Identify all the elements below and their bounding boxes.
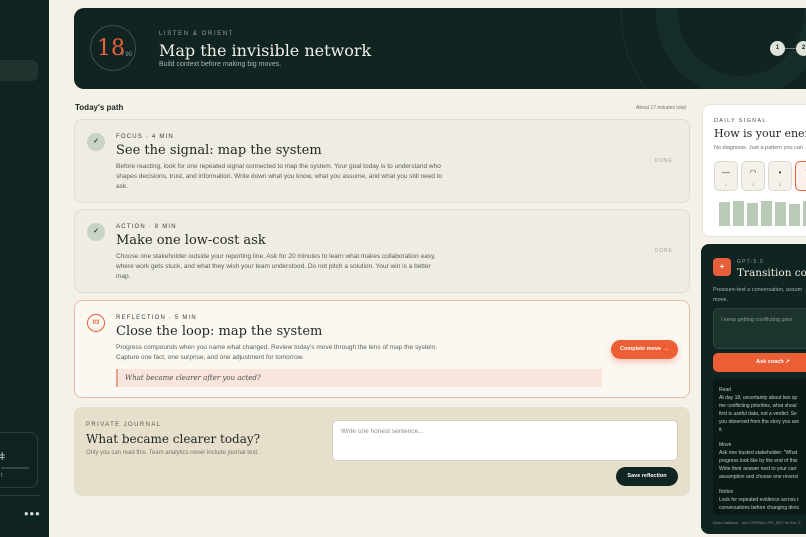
- response-line: assumption and choose one reversi: [719, 474, 798, 480]
- signal-title: How is your energy?: [714, 127, 806, 140]
- response-line: it.: [719, 427, 723, 433]
- ask-coach-button[interactable]: Ask coach ↗: [713, 353, 806, 372]
- coach-title: Transition coach: [737, 267, 806, 279]
- energy-history-bar: [719, 202, 730, 226]
- energy-number: 1: [724, 182, 728, 187]
- task-eyebrow: REFLECTION · 5 MIN: [116, 315, 197, 321]
- response-line: me conflicting priorities, what shoul: [719, 403, 797, 409]
- task-eyebrow: ACTION · 8 MIN: [116, 224, 177, 230]
- energy-option-4[interactable]: ◝ 4: [795, 161, 806, 191]
- sidebar: ǂ t •••: [0, 0, 49, 537]
- energy-glyph: ◝: [796, 168, 806, 177]
- coach-model-label: GPT-5.0: [737, 259, 765, 265]
- journal-input[interactable]: Write one honest sentence...: [332, 420, 678, 461]
- signal-subtitle: No diagnosis. Just a pattern you can: [714, 145, 803, 151]
- energy-number: 2: [751, 182, 755, 187]
- task-body: Before reacting, look for one repeated s…: [116, 163, 443, 190]
- reflection-prompt: What became clearer after you acted?: [116, 369, 602, 387]
- energy-glyph: —: [722, 168, 730, 177]
- arrow-right-icon: →: [663, 346, 670, 352]
- response-line: first is useful data, not a verdict. Se: [719, 411, 797, 417]
- complete-move-button[interactable]: Complete move →: [611, 340, 678, 359]
- response-line: progress look like by the end of this: [719, 458, 798, 464]
- coach-response: Read At day 18, uncertainty about two sp…: [713, 379, 806, 515]
- energy-number: 3: [778, 182, 782, 187]
- day-total: / 90: [122, 52, 133, 58]
- check-icon: ✓: [87, 133, 105, 151]
- task-title: Make one low-cost ask: [116, 233, 266, 248]
- response-line: conversations before changing direc: [719, 505, 800, 511]
- task-status: DONE: [654, 248, 673, 254]
- daily-signal-card: DAILY SIGNAL How is your energy? No diag…: [702, 104, 806, 237]
- energy-number: 4: [796, 182, 806, 187]
- task-title: See the signal: map the system: [116, 143, 322, 158]
- task-number-badge: 03: [87, 314, 105, 332]
- coach-plus-icon: +: [713, 258, 731, 276]
- header-subtitle: Build context before making big moves.: [159, 61, 282, 68]
- day-header: 18 / 90 LISTEN & ORIENT Map the invisibl…: [74, 8, 806, 89]
- task-card[interactable]: ✓ ACTION · 8 MIN Make one low-cost ask C…: [74, 209, 690, 293]
- page-title: Map the invisible network: [159, 41, 372, 60]
- energy-history-bar: [747, 203, 758, 226]
- day-number: 18: [97, 36, 125, 61]
- coach-input[interactable]: I keep getting conflicting prior: [713, 308, 806, 349]
- sidebar-card-mark: ǂ: [0, 451, 6, 463]
- save-reflection-button[interactable]: Save reflection: [616, 467, 678, 486]
- transition-coach-panel: + GPT-5.0 Transition coach Pressure-test…: [701, 244, 806, 534]
- more-options-icon[interactable]: •••: [24, 506, 41, 521]
- journal-eyebrow: PRIVATE JOURNAL: [86, 422, 162, 428]
- sidebar-active-item[interactable]: [0, 60, 38, 81]
- sidebar-progress-card: ǂ t: [0, 432, 38, 488]
- sidebar-card-mini: t: [1, 473, 3, 479]
- section-title: Today's path: [75, 103, 124, 112]
- energy-history-bar: [761, 201, 772, 226]
- response-heading: Notice: [719, 489, 734, 495]
- energy-glyph: ◠: [749, 168, 757, 177]
- step-indicator-2[interactable]: 2: [796, 41, 806, 56]
- coach-subtitle-line: Pressure-test a conversation, assum: [713, 287, 803, 293]
- response-line: Write their answer next to your curr: [719, 466, 797, 472]
- energy-glyph: •: [778, 168, 782, 177]
- header-eyebrow: LISTEN & ORIENT: [159, 31, 235, 37]
- task-status: DONE: [654, 158, 673, 164]
- coach-subtitle-line: move.: [713, 297, 728, 303]
- response-line: you observed from the story you are: [719, 419, 800, 425]
- task-card-active[interactable]: 03 REFLECTION · 5 MIN Close the loop: ma…: [74, 300, 690, 398]
- sidebar-card-bar: [1, 467, 29, 469]
- step-connector: [785, 48, 796, 49]
- journal-subtitle: Only you can read this. Team analytics n…: [86, 450, 259, 456]
- response-heading: Read: [719, 387, 731, 393]
- task-body: Choose one stakeholder outside your repo…: [116, 253, 436, 280]
- response-heading: Move: [719, 442, 732, 448]
- task-title: Close the loop: map the system: [116, 324, 323, 339]
- task-eyebrow: FOCUS · 4 MIN: [116, 134, 174, 140]
- sidebar-divider: [0, 495, 40, 496]
- section-meta: About 17 minutes total: [636, 105, 686, 111]
- energy-history-bar: [733, 201, 744, 226]
- coach-footer-note: Demo fallback · add OPENAI_API_KEY for l…: [713, 520, 801, 525]
- step-indicator-1[interactable]: 1: [770, 41, 785, 56]
- energy-option-3[interactable]: • 3: [768, 161, 792, 191]
- response-line: Ask one trusted stakeholder: "What: [719, 450, 798, 456]
- signal-eyebrow: DAILY SIGNAL: [714, 118, 767, 124]
- private-journal: PRIVATE JOURNAL What became clearer toda…: [74, 407, 690, 496]
- energy-history-bar: [789, 204, 800, 226]
- response-line: At day 18, uncertainty about two sp: [719, 395, 798, 401]
- complete-move-label: Complete move: [620, 346, 661, 352]
- check-icon: ✓: [87, 223, 105, 241]
- energy-history-bar: [775, 202, 786, 226]
- coach-subtitle: Pressure-test a conversation, assum move…: [713, 285, 806, 305]
- energy-option-1[interactable]: — 1: [714, 161, 738, 191]
- task-body: Progress compounds when you name what ch…: [116, 344, 438, 361]
- task-card[interactable]: ✓ FOCUS · 4 MIN See the signal: map the …: [74, 119, 690, 203]
- response-line: Look for repeated evidence across t: [719, 497, 799, 503]
- energy-option-2[interactable]: ◠ 2: [741, 161, 765, 191]
- journal-title: What became clearer today?: [86, 432, 261, 446]
